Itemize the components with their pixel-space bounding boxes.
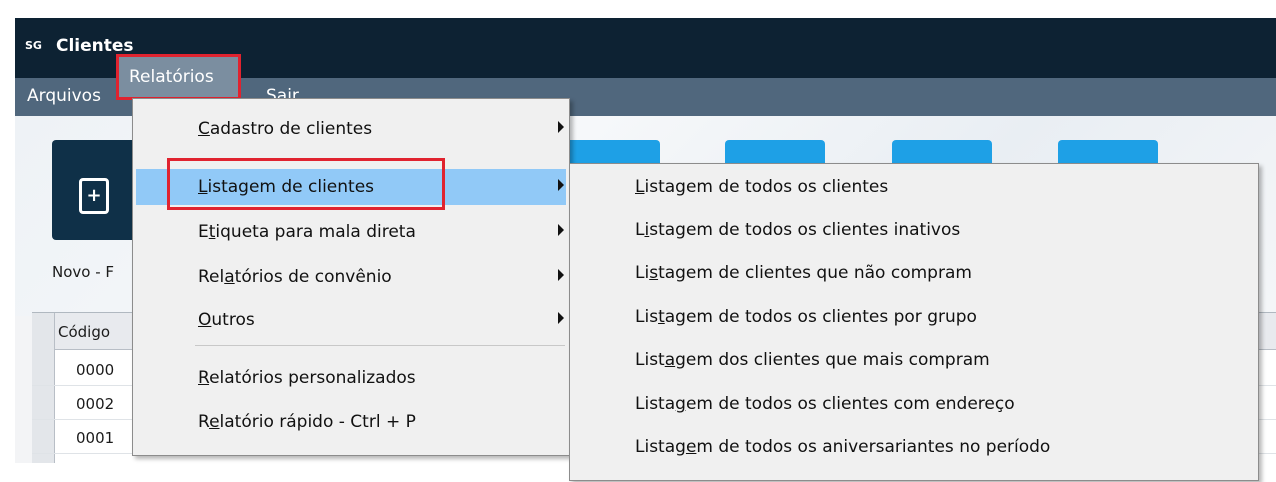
table-cell-code[interactable]: 0000 <box>76 361 114 379</box>
menu-item-cadastro-de-clientes[interactable]: Cadastro de clientes <box>136 111 566 147</box>
menu-item-relatorios-personalizados[interactable]: Relatórios personalizados <box>136 360 566 396</box>
menu-separator <box>195 345 565 346</box>
new-document-icon: + <box>79 178 109 214</box>
highlight-box-listagem <box>167 158 445 210</box>
submenu-arrow-icon <box>558 269 564 281</box>
menu-relatorios-label: Relatórios <box>129 67 214 87</box>
column-header-codigo[interactable]: Código <box>58 323 110 341</box>
submenu-arrow-icon <box>558 312 564 324</box>
menu-item-relatorios-de-convenio[interactable]: Relatórios de convênio <box>136 259 566 295</box>
menu-arquivos[interactable]: Arquivos <box>27 86 101 106</box>
submenu-item-com-endereco[interactable]: Listagem de todos os clientes com endere… <box>573 386 1255 422</box>
menu-relatorios[interactable]: Relatórios <box>116 54 241 100</box>
menu-item-outros[interactable]: Outros <box>136 302 566 338</box>
relatorios-dropdown: Cadastro de clientes Listagem de cliente… <box>132 98 570 456</box>
submenu-item-nao-compram[interactable]: Listagem de clientes que não compram <box>573 255 1255 291</box>
submenu-item-todos-os-clientes[interactable]: Listagem de todos os clientes <box>573 169 1255 205</box>
submenu-item-aniversariantes[interactable]: Listagem de todos os aniversariantes no … <box>573 429 1255 465</box>
table-cell-code[interactable]: 0001 <box>76 429 114 447</box>
new-button-caption: Novo - F <box>52 263 115 281</box>
submenu-item-por-grupo[interactable]: Listagem de todos os clientes por grupo <box>573 299 1255 335</box>
menu-item-relatorio-rapido[interactable]: Relatório rápido - Ctrl + P <box>136 404 566 440</box>
submenu-arrow-icon <box>558 179 564 191</box>
submenu-arrow-icon <box>558 224 564 236</box>
menu-item-etiqueta-mala-direta[interactable]: Etiqueta para mala direta <box>136 214 566 250</box>
app-logo: SG <box>25 39 42 52</box>
grid-row-headers <box>32 313 55 463</box>
submenu-item-clientes-inativos[interactable]: Listagem de todos os clientes inativos <box>573 212 1255 248</box>
table-cell-code[interactable]: 0002 <box>76 395 114 413</box>
window-title: Clientes <box>56 36 134 56</box>
submenu-arrow-icon <box>558 121 564 133</box>
listagem-submenu: Listagem de todos os clientes Listagem d… <box>569 163 1259 481</box>
submenu-item-mais-compram[interactable]: Listagem dos clientes que mais compram <box>573 342 1255 378</box>
